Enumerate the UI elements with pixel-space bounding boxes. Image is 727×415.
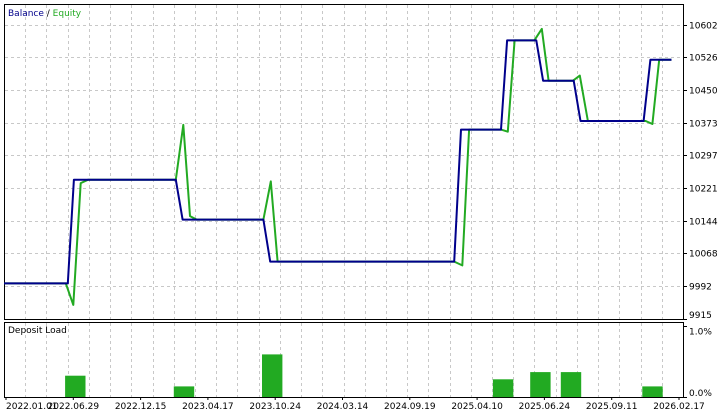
deposit-load-bar (173, 386, 195, 397)
deposit-load-bar (262, 354, 283, 397)
load-y-tick-label: 1.0% (689, 328, 712, 338)
legend-entry-0: Balance (8, 9, 44, 19)
x-tick-label: 2025.04.10 (451, 402, 503, 412)
y-tick-label: 10221 (689, 185, 718, 195)
y-tick-label: 9915 (689, 311, 712, 321)
y-tick-label: 10144 (689, 218, 718, 228)
y-tick-label: 10602 (689, 22, 718, 32)
y-tick-label: 10450 (689, 87, 718, 97)
x-tick-label: 2025.09.11 (586, 402, 638, 412)
legend-entry-2: Equity (50, 9, 82, 19)
y-tick-label: 10297 (689, 152, 718, 162)
deposit-load-bar (65, 375, 86, 397)
x-tick-label: 2023.04.17 (182, 402, 234, 412)
balance-equity-chart: 10602 10526 10450 10373 10297 10221 10144 10068… (0, 0, 727, 415)
deposit-load-bar (492, 379, 514, 398)
y-tick-label: 10068 (689, 250, 718, 260)
x-tick-label: 2023.10.24 (249, 402, 301, 412)
x-tick-label: 2024.03.14 (317, 402, 369, 412)
x-tick-label: 2022.06.29 (48, 402, 100, 412)
y-tick-label: 10373 (689, 120, 718, 130)
x-tick-label: 2025.06.24 (519, 402, 571, 412)
y-tick-label: 10526 (689, 54, 718, 64)
deposit-load-bar (642, 386, 663, 397)
deposit-load-title: Deposit Load (8, 326, 67, 336)
deposit-load-bar (530, 372, 551, 397)
x-tick-label: 2026.02.17 (653, 402, 705, 412)
x-tick-label: 2022.12.15 (115, 402, 167, 412)
deposit-load-bar (560, 372, 582, 397)
legend: Balance / Equity (8, 9, 82, 19)
x-tick-label: 2024.09.19 (384, 402, 436, 412)
load-y-tick-label: 0.0% (689, 389, 712, 399)
y-tick-label: 9992 (689, 283, 712, 293)
chart-canvas: 10602 10526 10450 10373 10297 10221 10144 10068… (4, 4, 718, 412)
